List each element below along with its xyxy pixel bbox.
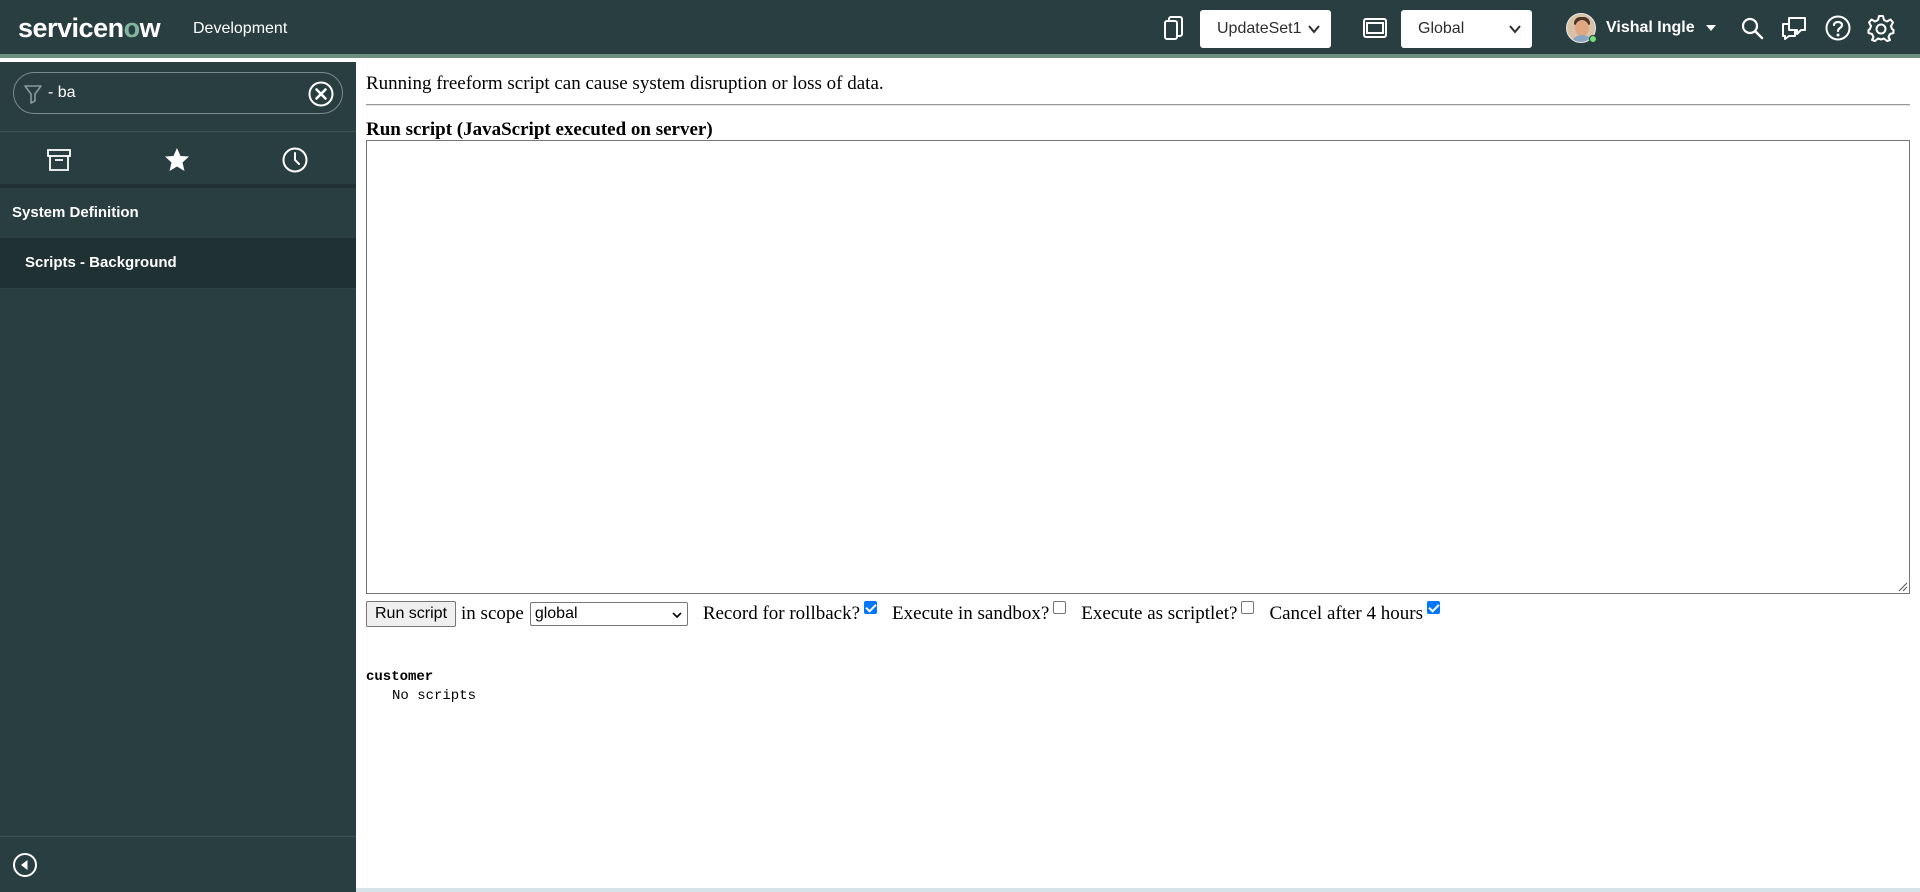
favorites-icon bbox=[165, 148, 189, 171]
navigator-filter-input[interactable] bbox=[48, 82, 298, 104]
logo-text-part: w bbox=[139, 13, 161, 43]
all-applications-icon bbox=[47, 149, 71, 171]
application-navigator: System Definition Scripts - Background bbox=[0, 62, 356, 892]
update-set-icon[interactable] bbox=[1160, 14, 1188, 42]
chevron-down-icon bbox=[1509, 25, 1521, 34]
update-set-picker[interactable]: UpdateSet1 bbox=[1200, 10, 1331, 48]
filter-funnel-icon bbox=[24, 85, 42, 104]
divider bbox=[0, 288, 356, 289]
application-scope-value: Global bbox=[1418, 20, 1465, 37]
bottom-bar bbox=[356, 888, 1920, 892]
search-icon[interactable] bbox=[1738, 14, 1766, 42]
script-textarea[interactable] bbox=[366, 140, 1910, 594]
background-script-page: Running freeform script can cause system… bbox=[356, 62, 1920, 888]
servicenow-logo[interactable]: servicenow bbox=[18, 13, 161, 44]
in-scope-label: in scope bbox=[461, 603, 524, 624]
execute-in-sandbox-checkbox[interactable] bbox=[1053, 601, 1067, 614]
top-banner: servicenow Development UpdateSet1 Global… bbox=[0, 0, 1920, 58]
scope-select-value: global bbox=[534, 605, 578, 622]
logo-text-part: servicen bbox=[18, 13, 124, 43]
tab-favorites[interactable] bbox=[118, 132, 236, 188]
tab-history[interactable] bbox=[236, 132, 354, 188]
scope-name: customer bbox=[366, 669, 434, 685]
nav-section-system-definition[interactable]: System Definition bbox=[0, 188, 356, 238]
user-name: Vishal Ingle bbox=[1606, 19, 1695, 36]
navigator-tabs bbox=[0, 132, 356, 188]
chevron-down-icon bbox=[1308, 25, 1320, 34]
option-execute-in-sandbox: Execute in sandbox? bbox=[892, 601, 1067, 625]
divider bbox=[0, 836, 356, 837]
help-icon[interactable] bbox=[1824, 14, 1852, 42]
tab-all-applications[interactable] bbox=[0, 132, 118, 188]
option-execute-as-scriptlet: Execute as scriptlet? bbox=[1081, 601, 1255, 625]
script-controls: Run script in scope global Record for ro… bbox=[366, 600, 1440, 628]
run-script-button[interactable]: Run script bbox=[366, 601, 457, 627]
chevron-down-icon bbox=[672, 612, 682, 619]
warning-message: Running freeform script can cause system… bbox=[366, 73, 884, 94]
option-record-for-rollback: Record for rollback? bbox=[702, 601, 878, 625]
option-label: Execute in sandbox? bbox=[892, 603, 1050, 624]
history-icon bbox=[282, 147, 308, 173]
cancel-after-4-hours-checkbox[interactable] bbox=[1426, 601, 1440, 614]
scope-entry: No scripts bbox=[392, 688, 477, 704]
option-cancel-after-4-hours: Cancel after 4 hours bbox=[1269, 601, 1440, 625]
option-label: Execute as scriptlet? bbox=[1081, 603, 1238, 624]
option-label: Cancel after 4 hours bbox=[1269, 603, 1423, 624]
record-for-rollback-checkbox[interactable] bbox=[864, 601, 878, 614]
scope-script-list: customer No scripts bbox=[366, 669, 476, 704]
collapse-navigator-icon[interactable] bbox=[12, 852, 38, 878]
execute-as-scriptlet-checkbox[interactable] bbox=[1241, 601, 1255, 614]
horizontal-rule bbox=[366, 104, 1910, 106]
instance-name: Development bbox=[193, 20, 288, 37]
application-scope-picker[interactable]: Global bbox=[1401, 10, 1532, 48]
option-label: Record for rollback? bbox=[702, 603, 861, 624]
connect-chat-icon[interactable] bbox=[1780, 14, 1808, 42]
clear-filter-icon[interactable] bbox=[308, 81, 334, 107]
navigator-filter bbox=[13, 72, 343, 114]
nav-module-scripts-background[interactable]: Scripts - Background bbox=[0, 238, 356, 288]
application-icon[interactable] bbox=[1361, 14, 1389, 42]
caret-down-icon bbox=[1705, 25, 1716, 31]
update-set-value: UpdateSet1 bbox=[1217, 20, 1302, 37]
settings-icon[interactable] bbox=[1867, 14, 1895, 42]
resize-grip-icon[interactable] bbox=[1896, 580, 1908, 592]
presence-indicator bbox=[1589, 35, 1597, 43]
logo-text-o: o bbox=[123, 13, 141, 43]
run-script-label: Run script (JavaScript executed on serve… bbox=[366, 119, 713, 140]
scope-select[interactable]: global bbox=[529, 602, 688, 626]
